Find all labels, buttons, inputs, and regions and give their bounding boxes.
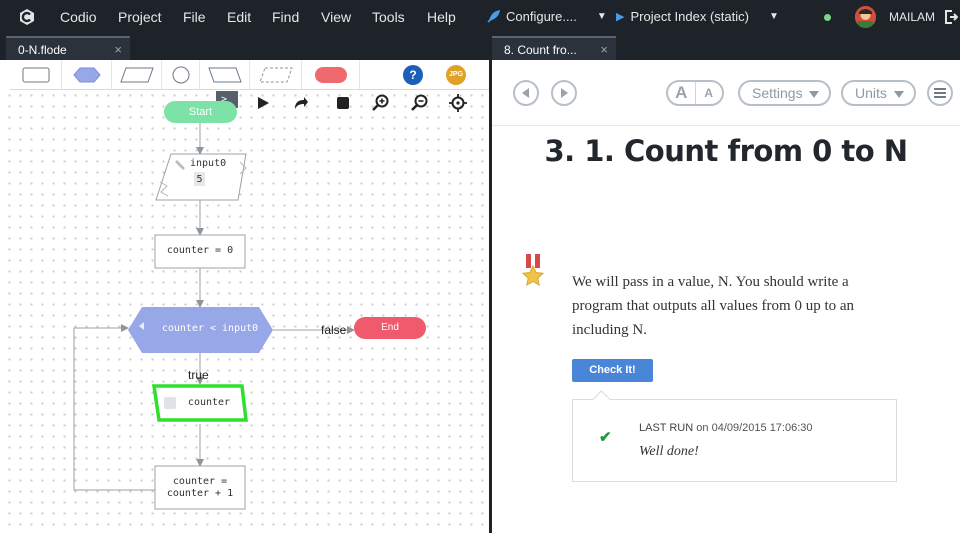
- last-run-timestamp: 04/09/2015 17:06:30: [711, 422, 813, 434]
- arrow-right-icon: [561, 88, 568, 98]
- export-jpg-button[interactable]: JPG: [441, 60, 471, 89]
- result-message: Well done!: [639, 444, 699, 459]
- tab-title: 8. Count fro...: [504, 43, 577, 57]
- menu-project[interactable]: Project: [118, 0, 162, 34]
- configure-dropdown[interactable]: Configure.... ▼: [486, 0, 607, 34]
- flow-input-name: input0: [190, 158, 227, 169]
- editor-tab-strip: 0-N.flode ×: [0, 34, 489, 60]
- flowchart-editor-pane: 0-N.flode × ? JPG >_ Start input0 5 coun…: [0, 34, 489, 533]
- medal-icon: [522, 254, 544, 286]
- close-icon[interactable]: ×: [114, 38, 122, 62]
- menu-view[interactable]: View: [321, 0, 351, 34]
- menu-tools[interactable]: Tools: [372, 0, 405, 34]
- shape-palette: ? JPG: [10, 60, 489, 90]
- help-button[interactable]: ?: [395, 60, 431, 89]
- last-run-label: LAST RUN: [639, 422, 694, 434]
- flowchart-canvas[interactable]: >_ Start input0 5 counter = 0 counter < …: [4, 90, 489, 533]
- page-title: 3. 1. Count from 0 to N: [544, 134, 908, 168]
- hamburger-menu-icon: [934, 88, 946, 98]
- units-label: Units: [855, 85, 887, 101]
- guide-nav-bar: A A Settings Units: [492, 60, 960, 126]
- play-icon: ▶: [616, 11, 625, 23]
- tab-guide[interactable]: 8. Count fro... ×: [492, 36, 616, 60]
- menu-find[interactable]: Find: [272, 0, 299, 34]
- guide-pane: 8. Count fro... × A A Settings Units 3. …: [492, 34, 960, 533]
- shape-connector-button[interactable]: [162, 60, 200, 89]
- logout-icon[interactable]: [944, 9, 958, 25]
- font-increase-button[interactable]: A: [668, 82, 696, 104]
- menu-edit[interactable]: Edit: [227, 0, 251, 34]
- preview-dropdown[interactable]: ▶ Project Index (static) ▼: [616, 0, 779, 34]
- last-run-on: on: [696, 422, 709, 434]
- tab-0-n-flode[interactable]: 0-N.flode ×: [6, 36, 130, 60]
- units-dropdown[interactable]: Units: [841, 80, 916, 106]
- menu-file[interactable]: File: [183, 0, 206, 34]
- check-it-button[interactable]: Check It!: [572, 359, 653, 382]
- flow-output-label: counter: [187, 397, 231, 408]
- close-icon[interactable]: ×: [600, 38, 608, 62]
- check-result-panel: ✔ LAST RUN on 04/09/2015 17:06:30 Well d…: [572, 399, 897, 482]
- shape-manual-input-button[interactable]: [200, 60, 250, 89]
- tab-title: 0-N.flode: [18, 43, 67, 57]
- settings-dropdown[interactable]: Settings: [738, 80, 831, 106]
- guide-menu-button[interactable]: [927, 80, 953, 106]
- shape-io-button[interactable]: [112, 60, 162, 89]
- codio-logo-icon[interactable]: [18, 8, 36, 26]
- flow-end-label: End: [381, 322, 399, 333]
- flow-decision-label: counter < input0: [161, 323, 259, 334]
- last-run-info: LAST RUN on 04/09/2015 17:06:30: [639, 422, 813, 434]
- chevron-down-icon: [809, 91, 819, 98]
- next-page-button[interactable]: [551, 80, 577, 106]
- flow-input-value: 5: [196, 174, 203, 185]
- flow-false-label: false: [321, 323, 347, 337]
- shape-process-button[interactable]: [10, 60, 62, 89]
- username[interactable]: MAILAM: [889, 0, 935, 34]
- flow-increment-line2: counter + 1: [166, 488, 234, 499]
- configure-label: Configure....: [506, 9, 577, 24]
- chevron-down-icon: ▼: [596, 11, 607, 22]
- online-status-dot: [824, 14, 831, 21]
- avatar[interactable]: [855, 6, 876, 28]
- shape-terminal-button[interactable]: [302, 60, 360, 89]
- settings-label: Settings: [752, 85, 803, 101]
- flow-increment-line1: counter =: [172, 476, 228, 487]
- checkmark-icon: ✔: [599, 429, 612, 446]
- jpg-badge-icon: JPG: [446, 64, 466, 85]
- rocket-icon: [487, 10, 500, 23]
- guide-tab-strip: 8. Count fro... ×: [492, 34, 960, 60]
- flow-true-label: true: [188, 368, 209, 382]
- challenge-description: We will pass in a value, N. You should w…: [572, 274, 855, 338]
- menu-codio[interactable]: Codio: [60, 0, 97, 34]
- help-icon: ?: [403, 64, 423, 85]
- preview-label: Project Index (static): [630, 9, 749, 24]
- chevron-down-icon: [894, 91, 904, 98]
- font-decrease-button[interactable]: A: [696, 82, 723, 104]
- shape-decision-button[interactable]: [62, 60, 112, 89]
- font-size-toggle: A A: [666, 80, 724, 106]
- menu-help[interactable]: Help: [427, 0, 456, 34]
- codio-ide: Codio Project File Edit Find View Tools …: [0, 0, 960, 533]
- arrow-left-icon: [522, 88, 529, 98]
- flow-start-label: Start: [188, 106, 213, 118]
- flow-assign-label: counter = 0: [166, 245, 234, 256]
- flowchart-diagram: [73, 101, 426, 510]
- shape-comment-button[interactable]: [250, 60, 302, 89]
- chevron-down-icon: ▼: [768, 11, 779, 22]
- top-menu-bar: Codio Project File Edit Find View Tools …: [0, 0, 960, 34]
- previous-page-button[interactable]: [513, 80, 539, 106]
